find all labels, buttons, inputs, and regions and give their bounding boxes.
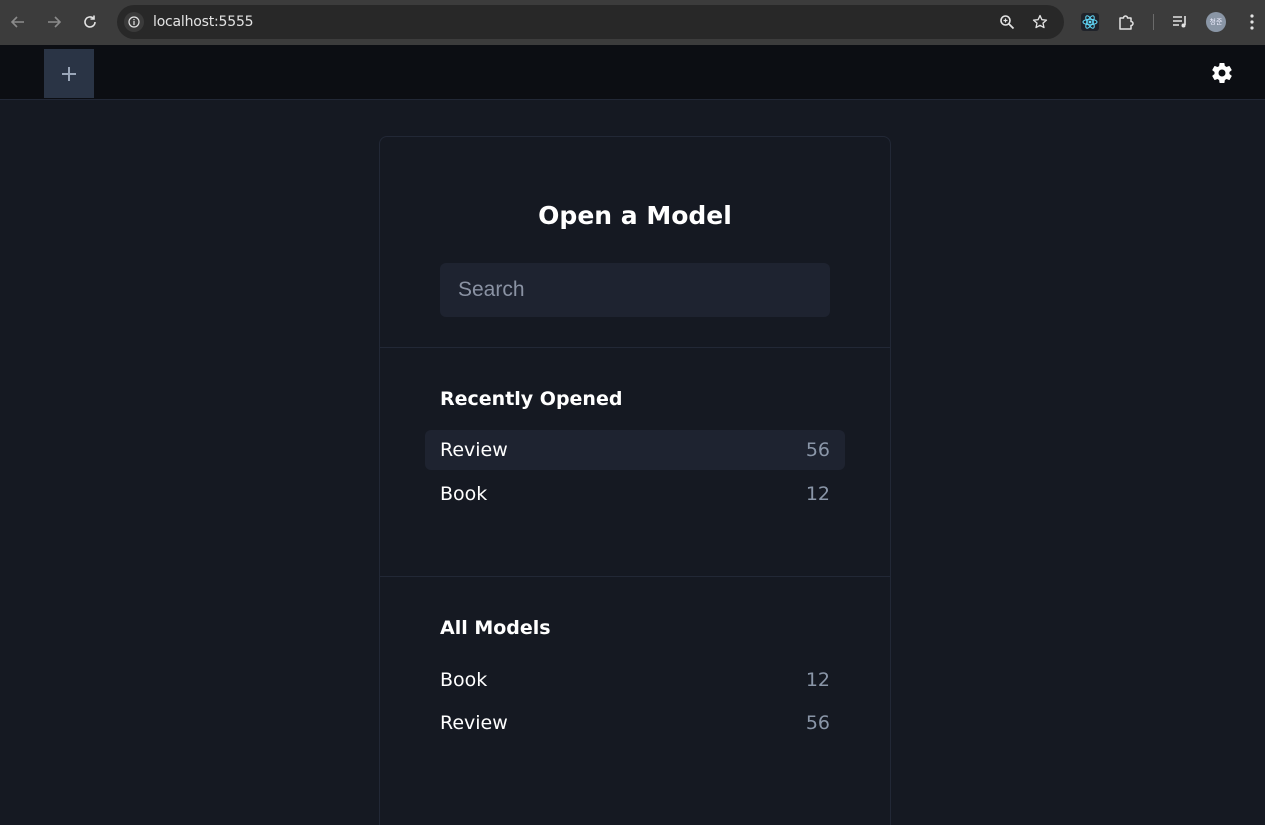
zoom-icon[interactable] [997,12,1017,32]
media-controls-icon[interactable] [1169,11,1191,33]
toolbar-separator [1153,14,1154,30]
record-count: 56 [805,712,830,734]
settings-gear-icon[interactable] [1209,60,1235,86]
back-icon[interactable] [7,11,29,33]
bookmark-star-icon[interactable] [1030,12,1050,32]
site-info-icon[interactable] [124,12,144,32]
profile-avatar[interactable]: 청준 [1206,12,1226,32]
open-model-panel: Open a Model Recently Opened Review 56 B… [379,136,891,825]
section-divider [380,576,890,577]
record-count: 12 [805,483,830,505]
extensions-icon[interactable] [1115,11,1137,33]
address-bar[interactable]: localhost:5555 [117,5,1064,39]
model-name: Review [440,439,508,461]
plus-icon [62,66,76,81]
model-name: Book [440,669,488,691]
section-divider [380,347,890,348]
panel-title: Open a Model [538,201,732,230]
react-devtools-icon[interactable] [1079,11,1101,33]
all-models-heading: All Models [440,617,551,639]
browser-toolbar: localhost:5555 청준 [0,0,1265,45]
app-header [0,45,1265,100]
record-count: 12 [805,669,830,691]
recent-item-book[interactable]: Book 12 [425,474,845,514]
model-item-book[interactable]: Book 12 [425,660,845,700]
recently-opened-heading: Recently Opened [440,388,623,410]
recent-item-review[interactable]: Review 56 [425,430,845,470]
url-text[interactable]: localhost:5555 [153,14,254,30]
browser-menu-icon[interactable] [1241,11,1263,33]
record-count: 56 [805,439,830,461]
model-item-review[interactable]: Review 56 [425,703,845,743]
model-name: Review [440,712,508,734]
reload-icon[interactable] [79,11,101,33]
model-name: Book [440,483,488,505]
forward-icon[interactable] [43,11,65,33]
add-tab-button[interactable] [44,49,94,98]
search-input[interactable] [440,263,830,317]
